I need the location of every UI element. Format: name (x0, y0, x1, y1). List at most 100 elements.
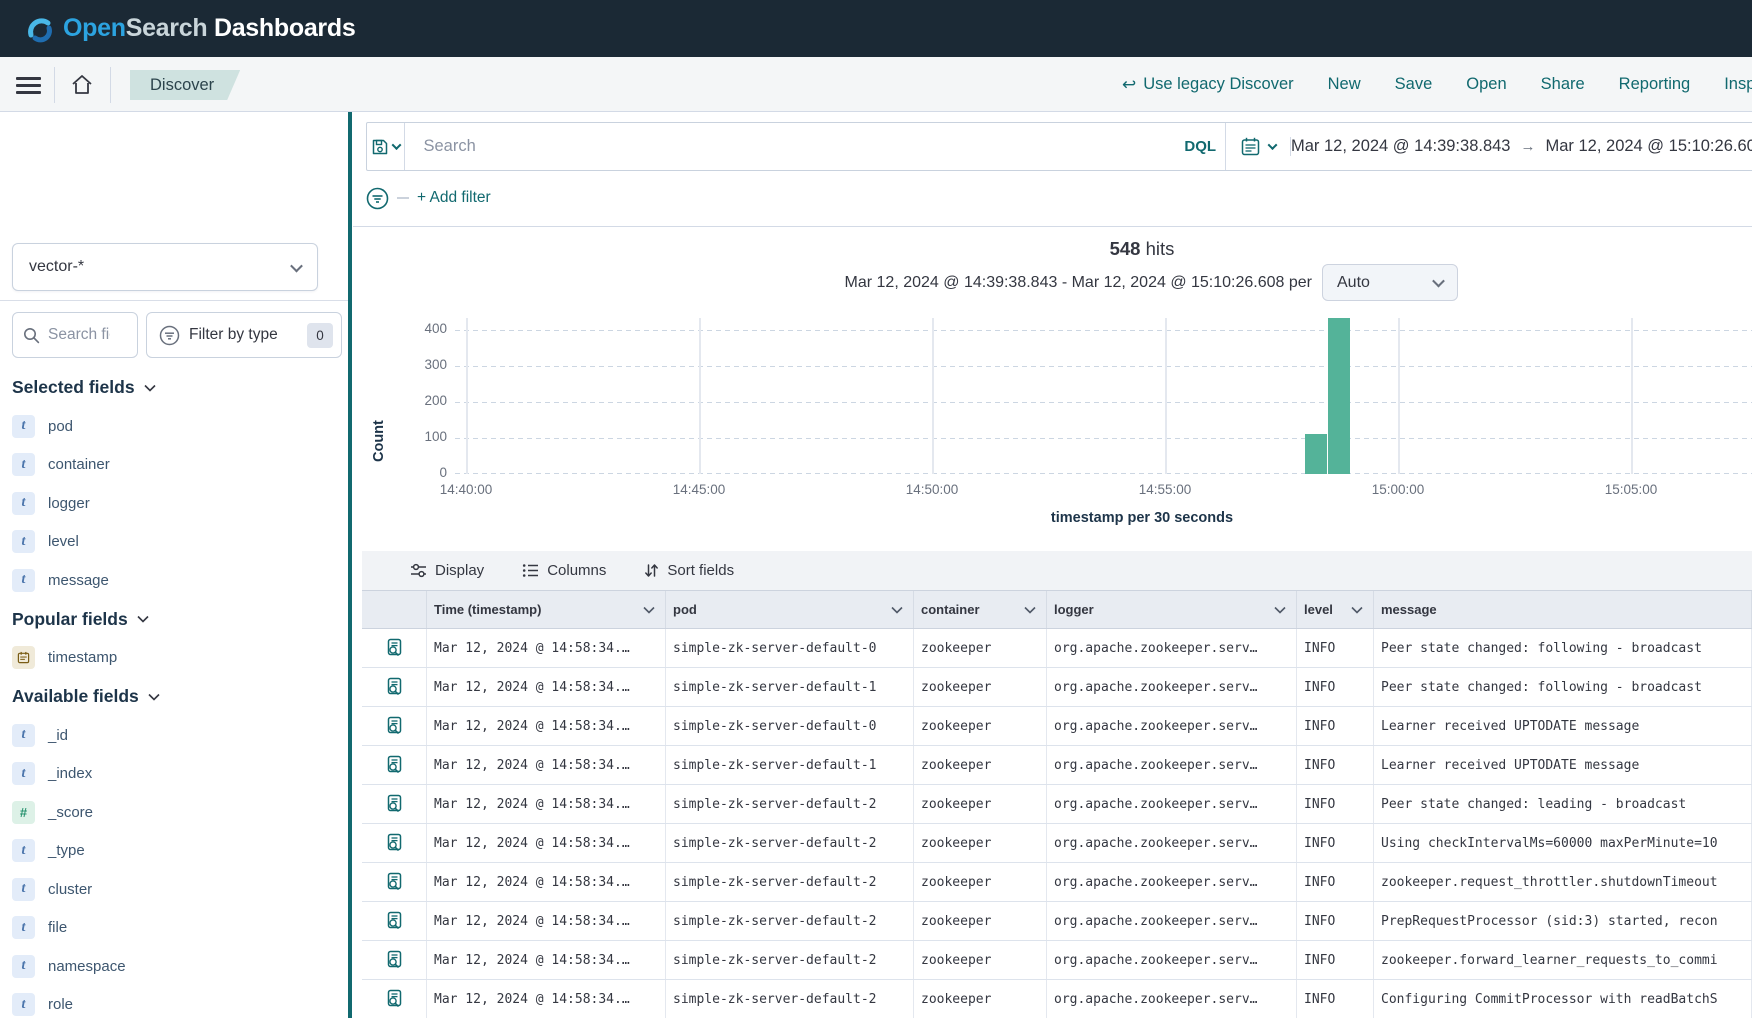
date-quick-select-button[interactable] (1226, 136, 1290, 157)
cell-container: zookeeper (914, 629, 1047, 667)
inspect-document-icon[interactable] (362, 824, 427, 862)
column-header-pod[interactable]: pod (666, 591, 914, 628)
nav-action-share[interactable]: Share (1541, 75, 1585, 94)
nav-action-new[interactable]: New (1328, 75, 1361, 94)
section-title-label: Popular fields (12, 609, 128, 630)
sidebar-field-level[interactable]: tlevel (0, 523, 348, 562)
table-row: Mar 12, 2024 @ 14:58:34.…simple-zk-serve… (362, 941, 1752, 980)
field-search-input[interactable] (48, 326, 110, 344)
table-body: Mar 12, 2024 @ 14:58:34.…simple-zk-serve… (362, 629, 1752, 1018)
nav-action-use-legacy-discover[interactable]: ↩Use legacy Discover (1122, 75, 1294, 95)
column-header-message[interactable]: message (1374, 591, 1752, 628)
cell-container: zookeeper (914, 824, 1047, 862)
cell-message: Peer state changed: leading - broadcast (1374, 785, 1752, 823)
sidebar-field-container[interactable]: tcontainer (0, 446, 348, 485)
sidebar-field-file[interactable]: tfile (0, 909, 348, 948)
date-range-start[interactable]: Mar 12, 2024 @ 14:39:38.843 (1291, 137, 1511, 156)
filter-by-type-label: Filter by type (189, 326, 278, 344)
discover-sidebar: vector-* Filter by type 0 Selected field… (0, 112, 348, 1018)
opensearch-logo[interactable]: OpenSearch Dashboards (26, 14, 355, 43)
inspect-document-icon[interactable] (362, 863, 427, 901)
cell-message: Configuring CommitProcessor with readBat… (1374, 980, 1752, 1018)
string-field-icon: t (12, 530, 35, 553)
cell-level: INFO (1297, 902, 1374, 940)
add-filter-button[interactable]: + Add filter (417, 189, 491, 207)
sidebar-field-_index[interactable]: t_index (0, 755, 348, 794)
table-row: Mar 12, 2024 @ 14:58:34.…simple-zk-serve… (362, 824, 1752, 863)
sidebar-field-logger[interactable]: tlogger (0, 484, 348, 523)
cell-logger: org.apache.zookeeper.serv… (1047, 863, 1297, 901)
filter-icon (159, 325, 180, 346)
column-header-level[interactable]: level (1297, 591, 1374, 628)
sort-fields-button[interactable]: Sort fields (644, 562, 734, 579)
date-range-end[interactable]: Mar 12, 2024 @ 15:10:26.608 (1546, 137, 1752, 156)
sidebar-resize-handle[interactable] (348, 112, 352, 1018)
column-label: level (1304, 602, 1333, 617)
nav-action-save[interactable]: Save (1395, 75, 1433, 94)
index-pattern-value: vector-* (29, 258, 84, 276)
sidebar-field-cluster[interactable]: tcluster (0, 870, 348, 909)
cell-container: zookeeper (914, 707, 1047, 745)
saved-query-menu-button[interactable] (367, 123, 405, 170)
interval-select[interactable]: Auto (1322, 264, 1458, 301)
gridline-y-300 (455, 366, 1752, 367)
section-title-available-fields[interactable]: Available fields (0, 677, 348, 716)
panel-border (353, 226, 1752, 227)
sidebar-field-_score[interactable]: #_score (0, 793, 348, 832)
inspect-document-icon[interactable] (362, 785, 427, 823)
column-header-time[interactable]: Time (timestamp) (427, 591, 666, 628)
gridline-x-14:50:00 (932, 318, 934, 474)
cell-time: Mar 12, 2024 @ 14:58:34.… (427, 668, 666, 706)
inspect-document-icon[interactable] (362, 941, 427, 979)
sidebar-field-namespace[interactable]: tnamespace (0, 947, 348, 986)
sidebar-field-_type[interactable]: t_type (0, 832, 348, 871)
inspect-document-icon[interactable] (362, 980, 427, 1018)
nav-action-reporting[interactable]: Reporting (1619, 75, 1691, 94)
sidebar-field-message[interactable]: tmessage (0, 561, 348, 600)
field-search[interactable] (12, 312, 138, 358)
menu-icon[interactable] (16, 77, 41, 94)
nav-action-open[interactable]: Open (1466, 75, 1506, 94)
histogram-bar-14:58:00[interactable] (1305, 434, 1327, 474)
column-label: message (1381, 602, 1437, 617)
gridline-x-14:45:00 (699, 318, 701, 474)
cell-time: Mar 12, 2024 @ 14:58:34.… (427, 746, 666, 784)
search-input[interactable] (423, 137, 1103, 156)
inspect-document-icon[interactable] (362, 668, 427, 706)
main-content: DQL Mar 12, 2024 @ 14:39:38.843 → (353, 112, 1752, 1018)
inspect-document-icon[interactable] (362, 707, 427, 745)
arrow-right-icon: → (1521, 138, 1536, 155)
save-icon (371, 138, 389, 156)
sidebar-field-timestamp[interactable]: timestamp (0, 639, 348, 678)
index-pattern-select[interactable]: vector-* (12, 243, 318, 291)
column-label: logger (1054, 602, 1094, 617)
sidebar-field-_id[interactable]: t_id (0, 716, 348, 755)
nav-action-label: Share (1541, 75, 1585, 94)
calendar-icon (1240, 136, 1261, 157)
y-tick-400: 400 (407, 321, 447, 336)
histogram-chart[interactable] (455, 318, 1752, 474)
inspect-document-icon[interactable] (362, 629, 427, 667)
section-title-popular-fields[interactable]: Popular fields (0, 600, 348, 639)
column-header-container[interactable]: container (914, 591, 1047, 628)
column-header-logger[interactable]: logger (1047, 591, 1297, 628)
home-icon[interactable] (70, 74, 94, 96)
inspect-document-icon[interactable] (362, 746, 427, 784)
table-header: Time (timestamp)podcontainer logger level m… (362, 590, 1752, 629)
nav-action-inspect[interactable]: Inspect (1724, 75, 1752, 94)
filter-by-type-button[interactable]: Filter by type 0 (146, 312, 342, 358)
divider (397, 197, 409, 199)
sidebar-field-pod[interactable]: tpod (0, 407, 348, 446)
sidebar-field-role[interactable]: trole (0, 986, 348, 1018)
columns-button[interactable]: Columns (522, 562, 606, 579)
display-button[interactable]: Display (410, 562, 484, 579)
y-tick-200: 200 (407, 393, 447, 408)
chevron-down-icon (1432, 275, 1445, 288)
query-language-button[interactable]: DQL (1175, 123, 1225, 170)
histogram-bar-14:58:30[interactable] (1328, 318, 1350, 474)
x-tick-14:40:00: 14:40:00 (431, 482, 501, 497)
section-title-selected-fields[interactable]: Selected fields (0, 368, 348, 407)
inspect-document-icon[interactable] (362, 902, 427, 940)
breadcrumb[interactable]: Discover (130, 70, 240, 100)
filter-circle-icon[interactable] (366, 187, 389, 210)
